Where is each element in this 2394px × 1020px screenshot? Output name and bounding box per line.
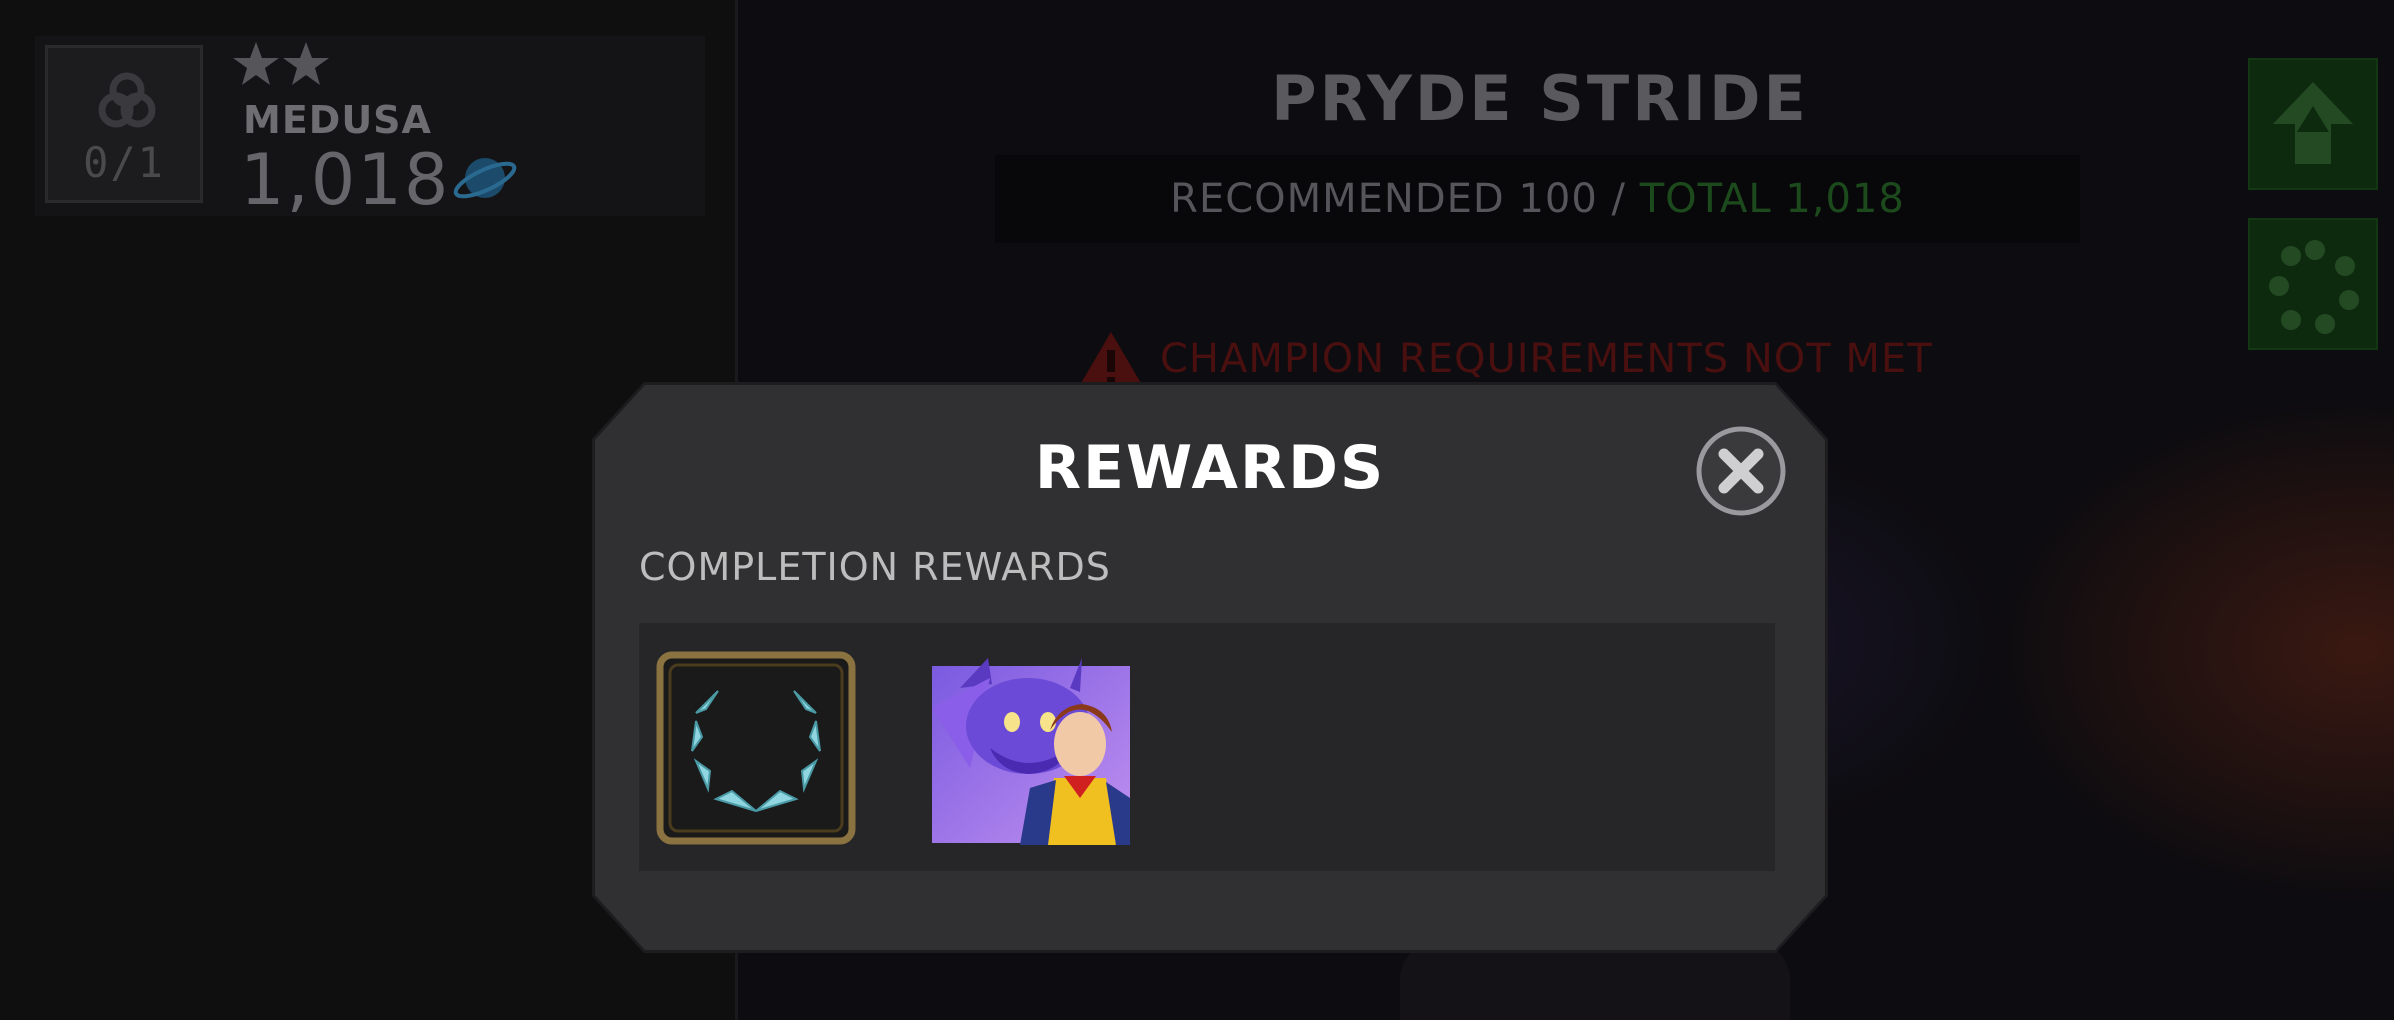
rewards-list [639, 623, 1775, 871]
cosmic-swirl-icon [98, 72, 156, 128]
champion-rating: 1,018 [240, 139, 451, 221]
section-label: COMPLETION REWARDS [639, 545, 1111, 589]
separator: / [1611, 176, 1626, 222]
planet-icon [453, 158, 517, 199]
total-label: TOTAL 1,018 [1639, 176, 1905, 222]
quest-title: PRYDE STRIDE [1271, 62, 1809, 135]
dragon-portrait-icon[interactable] [930, 648, 1132, 845]
warning-text: CHAMPION REQUIREMENTS NOT MET [1160, 336, 1933, 382]
recommended-label: RECOMMENDED 100 [1170, 176, 1598, 222]
laurel-wreath-icon[interactable] [656, 651, 856, 845]
recommended-bar: RECOMMENDED 100 / TOTAL 1,018 [995, 155, 2080, 243]
requirements-warning: CHAMPION REQUIREMENTS NOT MET [1075, 330, 2015, 390]
modal-title: REWARDS [1034, 433, 1386, 503]
slot-count: 0/1 [83, 138, 165, 187]
champion-name: MEDUSA [243, 98, 432, 142]
close-icon[interactable] [1695, 425, 1787, 517]
rank-up-icon [2273, 82, 2353, 164]
rank-up-button[interactable] [2248, 58, 2378, 190]
cycle-button[interactable] [2248, 218, 2378, 350]
star-rating-icon [233, 42, 329, 85]
champion-slot[interactable]: 0/1 [45, 45, 203, 203]
cycle-icon [2269, 240, 2359, 334]
rewards-modal: REWARDS COMPLETION REWARDS [595, 385, 1825, 950]
